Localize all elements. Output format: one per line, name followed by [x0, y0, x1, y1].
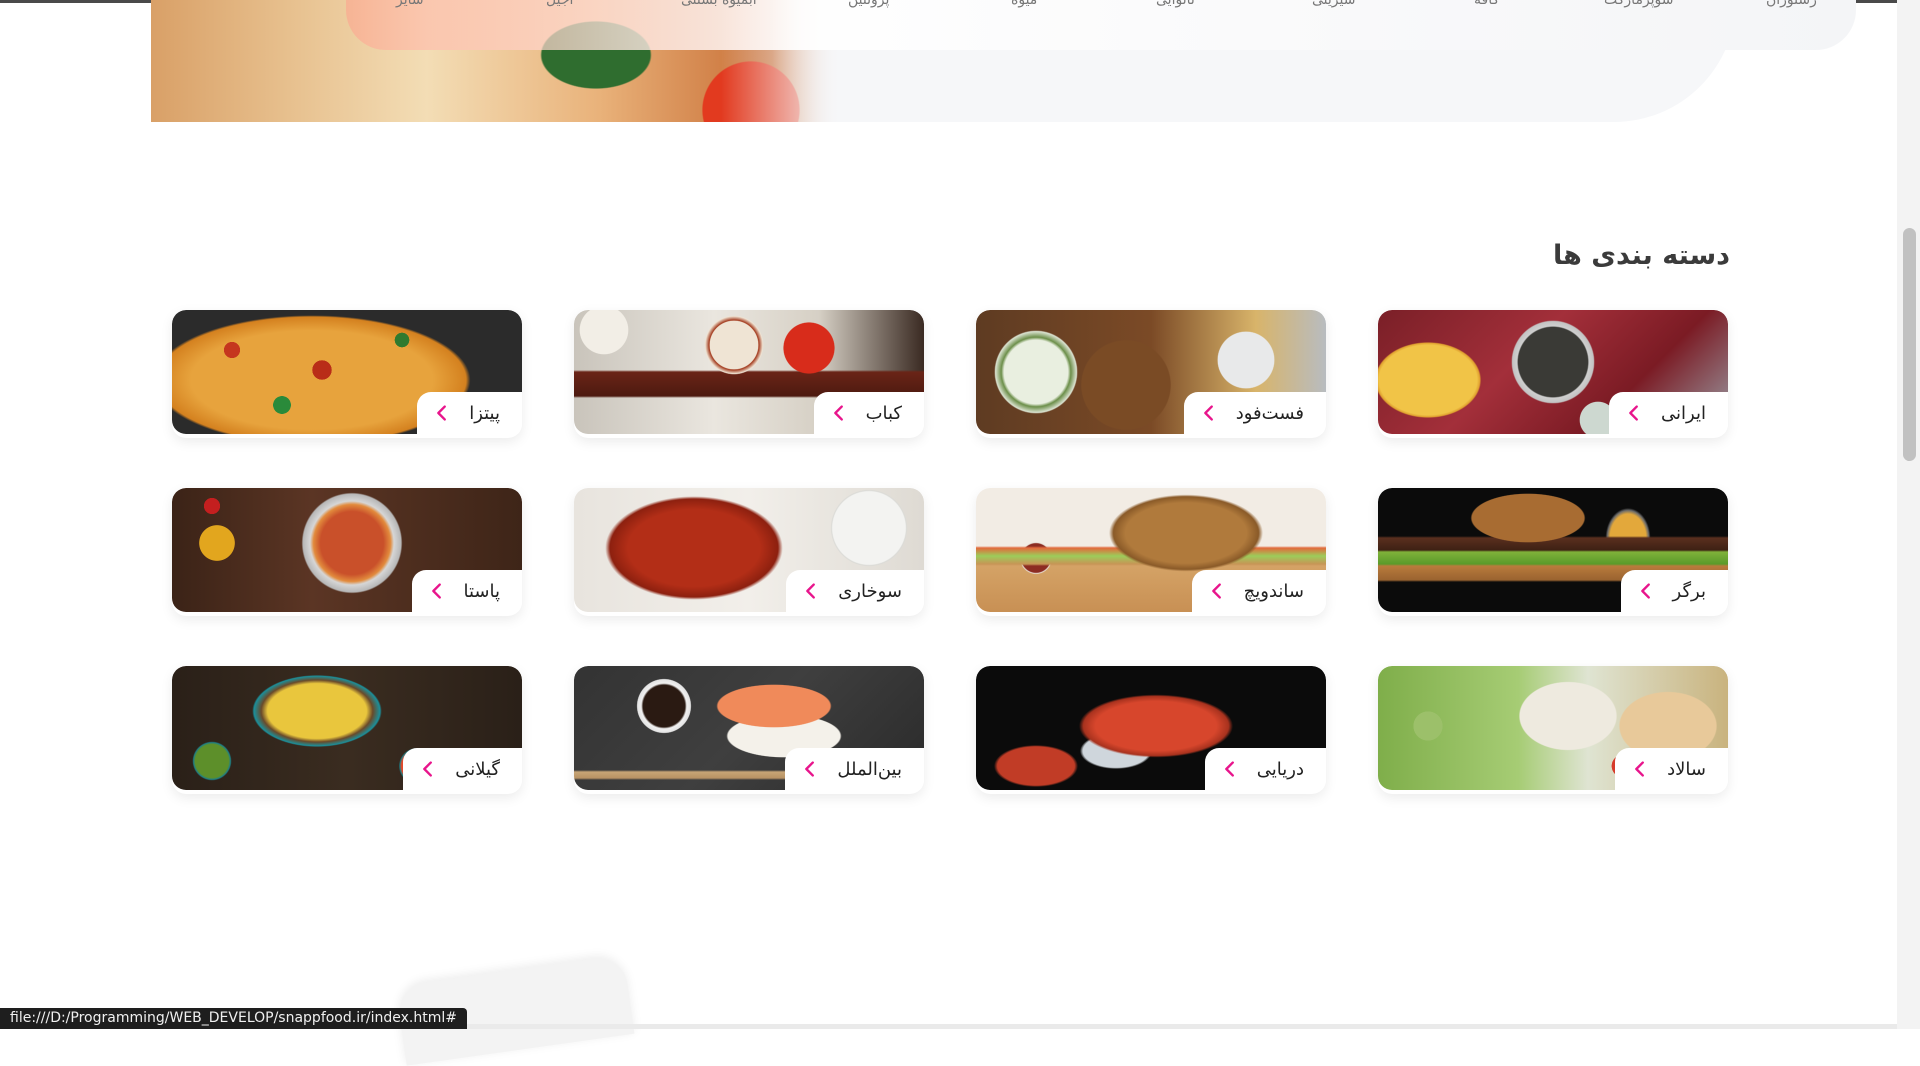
category-card[interactable]: کباب: [574, 310, 924, 438]
category-label-box: ایرانی: [1609, 392, 1728, 434]
category-card[interactable]: گیلانی: [172, 666, 522, 794]
category-label-box: بین‌الملل: [785, 748, 924, 790]
category-card[interactable]: فست‌فود: [976, 310, 1326, 438]
strip-item-bakery[interactable]: نانوایی: [1156, 0, 1195, 8]
chevron-left-icon: [1206, 580, 1228, 602]
category-card[interactable]: ساندویچ: [976, 488, 1326, 616]
strip-item-protein[interactable]: پروتئین: [848, 0, 889, 8]
strip-item-cafe[interactable]: کافه: [1474, 0, 1499, 8]
scrollbar-thumb[interactable]: [1903, 228, 1916, 461]
category-label-box: ساندویچ: [1191, 570, 1326, 612]
section-title: دسته بندی ها: [1553, 240, 1730, 272]
category-label-box: گیلانی: [403, 748, 522, 790]
category-label-box: برگر: [1620, 570, 1728, 612]
category-card[interactable]: ایرانی: [1378, 310, 1728, 438]
chevron-left-icon: [1623, 402, 1645, 424]
category-label-box: سوخاری: [786, 570, 924, 612]
scrollbar-track[interactable]: [1897, 0, 1920, 1029]
hero-section: رستوران سوپرمارکت کافه شیرینی نانوایی می…: [151, 0, 1856, 122]
vendor-category-strip: رستوران سوپرمارکت کافه شیرینی نانوایی می…: [346, 0, 1856, 50]
chevron-left-icon: [1635, 580, 1657, 602]
chevron-left-icon: [800, 580, 822, 602]
category-card[interactable]: برگر: [1378, 488, 1728, 616]
category-card[interactable]: سالاد: [1378, 666, 1728, 794]
strip-item-other[interactable]: سایر: [396, 0, 424, 8]
status-bar-url: file:///D:/Programming/WEB_DEVELOP/snapp…: [0, 1008, 467, 1029]
strip-item-juice[interactable]: آبمیوه بستنی: [681, 0, 757, 8]
category-label: دریایی: [1256, 758, 1304, 780]
category-label-box: فست‌فود: [1183, 392, 1326, 434]
category-label-box: کباب: [813, 392, 924, 434]
chevron-left-icon: [1219, 758, 1241, 780]
strip-item-sweets[interactable]: شیرینی: [1312, 0, 1355, 8]
chevron-left-icon: [431, 402, 453, 424]
category-label: گیلانی: [455, 758, 500, 780]
category-label: کباب: [865, 402, 902, 424]
category-card[interactable]: دریایی: [976, 666, 1326, 794]
strip-item-supermarket[interactable]: سوپرمارکت: [1604, 0, 1674, 8]
strip-item-fruit[interactable]: میوه: [1011, 0, 1037, 8]
category-card[interactable]: سوخاری: [574, 488, 924, 616]
category-label: بین‌الملل: [837, 758, 902, 780]
category-label: پاستا: [463, 580, 501, 602]
category-label: فست‌فود: [1235, 402, 1304, 424]
category-label-box: پیتزا: [417, 392, 522, 434]
category-label: سوخاری: [838, 580, 902, 602]
chevron-left-icon: [417, 758, 439, 780]
category-label-box: دریایی: [1204, 748, 1326, 790]
category-label: ایرانی: [1661, 402, 1706, 424]
category-card[interactable]: پاستا: [172, 488, 522, 616]
category-label: سالاد: [1667, 758, 1706, 780]
strip-item-nuts[interactable]: آجیل: [546, 0, 573, 8]
strip-item-restaurant[interactable]: رستوران: [1766, 0, 1817, 8]
chevron-left-icon: [426, 580, 448, 602]
category-label-box: سالاد: [1615, 748, 1728, 790]
category-label-box: پاستا: [411, 570, 522, 612]
category-card[interactable]: پیتزا: [172, 310, 522, 438]
chevron-left-icon: [799, 758, 821, 780]
category-label: پیتزا: [469, 402, 500, 424]
category-card[interactable]: بین‌الملل: [574, 666, 924, 794]
chevron-left-icon: [828, 402, 850, 424]
chevron-left-icon: [1198, 402, 1220, 424]
category-label: برگر: [1672, 580, 1706, 602]
category-label: ساندویچ: [1243, 580, 1304, 602]
chevron-left-icon: [1629, 758, 1651, 780]
